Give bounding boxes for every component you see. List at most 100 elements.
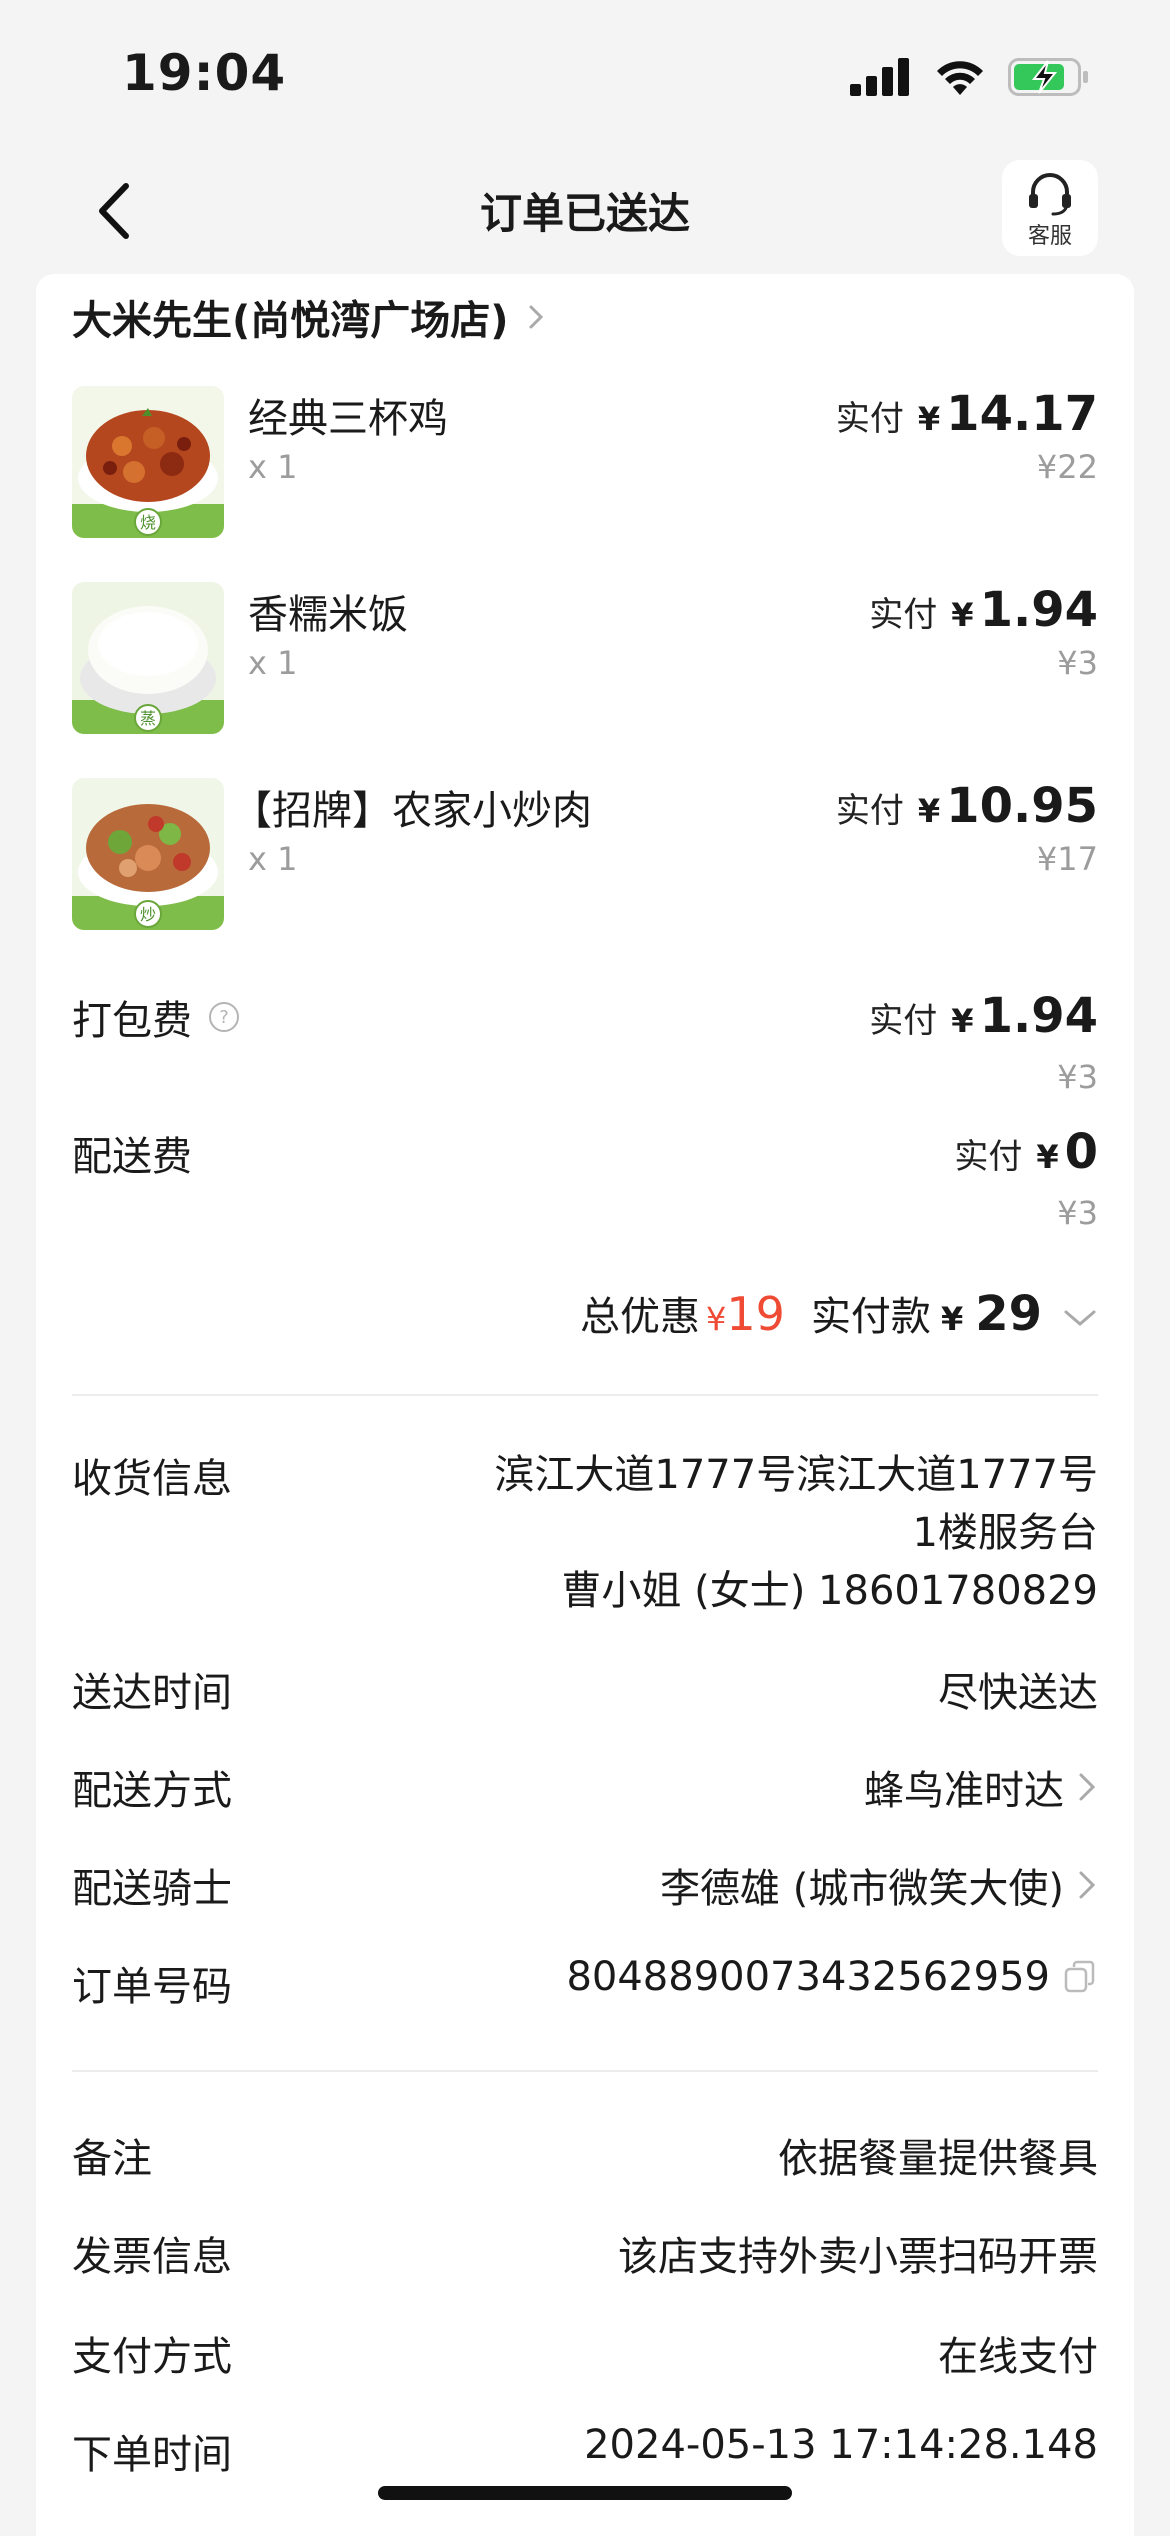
paid-amount: 1.94 bbox=[979, 582, 1098, 638]
payment-method-label: 支付方式 bbox=[72, 2334, 232, 2380]
order-number-row: 订单号码 8048890073432562959 bbox=[72, 1954, 1098, 2014]
customer-service-label: 客服 bbox=[1027, 224, 1072, 249]
packaging-fee-row: 打包费 ? 实付 ¥ 1.94 ¥3 bbox=[72, 988, 1098, 1108]
paid-amount: 14.17 bbox=[946, 386, 1098, 442]
item-qty: x 1 bbox=[248, 840, 298, 878]
price-summary[interactable]: 总优惠 ¥ 19 实付款 ¥ 29 bbox=[580, 1284, 1098, 1342]
chevron-down-icon[interactable] bbox=[1062, 1306, 1098, 1330]
address-line2: 1楼服务台 bbox=[912, 1510, 1098, 1556]
paid-total-label: 实付款 bbox=[810, 1294, 931, 1340]
original-price: ¥17 bbox=[1036, 840, 1098, 878]
rider-label: 配送骑士 bbox=[72, 1866, 232, 1912]
order-number-value: 8048890073432562959 bbox=[566, 1954, 1050, 2000]
divider bbox=[72, 1394, 1098, 1396]
chevron-right-icon bbox=[529, 305, 543, 329]
paid-amount: 0 bbox=[1064, 1124, 1098, 1180]
invoice-row: 发票信息 该店支持外卖小票扫码开票 bbox=[72, 2224, 1098, 2284]
item-qty: x 1 bbox=[248, 644, 298, 682]
dish-image-rice: 蒸 bbox=[72, 582, 224, 734]
wifi-icon bbox=[937, 61, 983, 95]
address-line1: 滨江大道1777号滨江大道1777号 bbox=[494, 1452, 1098, 1498]
order-time-row: 下单时间 2024-05-13 17:14:28.148 bbox=[72, 2422, 1098, 2482]
headset-icon bbox=[1029, 173, 1071, 216]
note-row: 备注 依据餐量提供餐具 bbox=[72, 2126, 1098, 2186]
address-row: 收货信息 滨江大道1777号滨江大道1777号 1楼服务台 曹小姐 (女士) 1… bbox=[72, 1446, 1098, 1626]
shop-name: 大米先生(尚悦湾广场店) bbox=[72, 298, 509, 344]
order-item[interactable]: 烧 经典三杯鸡 x 1 实付 ¥ 14.17 ¥22 bbox=[72, 386, 1098, 538]
discount-amount: 19 bbox=[726, 1287, 785, 1341]
delivery-time-row: 送达时间 尽快送达 bbox=[72, 1660, 1098, 1720]
paid-amount: 10.95 bbox=[946, 778, 1098, 834]
contact-info: 曹小姐 (女士) 18601780829 bbox=[561, 1568, 1098, 1614]
status-icons bbox=[850, 56, 1090, 98]
order-time-value: 2024-05-13 17:14:28.148 bbox=[584, 2422, 1098, 2468]
currency-symbol: ¥ bbox=[917, 792, 941, 830]
currency-symbol: ¥ bbox=[1036, 1138, 1059, 1176]
original-price: ¥3 bbox=[1057, 644, 1098, 682]
order-time-label: 下单时间 bbox=[72, 2432, 232, 2478]
dish-image-sanbeiji: 烧 bbox=[72, 386, 224, 538]
paid-total-amount: 29 bbox=[975, 1286, 1042, 1342]
divider bbox=[72, 2070, 1098, 2072]
delivery-method-row[interactable]: 配送方式 蜂鸟准时达 bbox=[72, 1758, 1098, 1818]
original-price: ¥3 bbox=[1057, 1194, 1098, 1232]
battery-charging-icon bbox=[1008, 58, 1088, 96]
original-price: ¥22 bbox=[1036, 448, 1098, 486]
svg-text:炒: 炒 bbox=[140, 905, 156, 924]
status-time: 19:04 bbox=[122, 44, 287, 102]
paid-total-currency: ¥ bbox=[940, 1300, 964, 1338]
discount-label: 总优惠 bbox=[580, 1294, 701, 1340]
delivery-fee-row: 配送费 实付 ¥ 0 ¥3 bbox=[72, 1124, 1098, 1244]
discount-currency: ¥ bbox=[706, 1300, 727, 1338]
dish-image-xiaochaorou: 炒 bbox=[72, 778, 224, 930]
item-price: 实付 ¥ 14.17 ¥22 bbox=[836, 386, 1098, 486]
packaging-fee-label: 打包费 bbox=[72, 998, 192, 1044]
home-indicator[interactable] bbox=[378, 2486, 792, 2500]
delivery-method-value: 蜂鸟准时达 bbox=[864, 1768, 1064, 1814]
order-number-label: 订单号码 bbox=[72, 1964, 232, 2010]
item-name: 香糯米饭 bbox=[248, 592, 408, 638]
delivery-time-label: 送达时间 bbox=[72, 1670, 232, 1716]
order-item[interactable]: 炒 【招牌】农家小炒肉 x 1 实付 ¥ 10.95 ¥17 bbox=[72, 778, 1098, 930]
copy-icon[interactable] bbox=[1062, 1959, 1098, 1995]
paid-label: 实付 bbox=[869, 1001, 938, 1041]
currency-symbol: ¥ bbox=[951, 596, 974, 634]
currency-symbol: ¥ bbox=[951, 1002, 974, 1040]
svg-text:蒸: 蒸 bbox=[140, 709, 156, 728]
paid-label: 实付 bbox=[835, 399, 904, 439]
chevron-right-icon bbox=[1079, 1871, 1096, 1899]
svg-text:?: ? bbox=[219, 1007, 229, 1028]
nav-bar: 订单已送达 客服 bbox=[0, 150, 1170, 270]
delivery-method-label: 配送方式 bbox=[72, 1768, 232, 1814]
order-card: 大米先生(尚悦湾广场店) 烧 经典三杯鸡 x 1 实付 ¥ 14.17 ¥22 … bbox=[36, 274, 1134, 2536]
item-qty: x 1 bbox=[248, 448, 298, 486]
cellular-signal-icon bbox=[850, 58, 909, 96]
customer-service-button[interactable]: 客服 bbox=[1002, 160, 1098, 256]
item-name: 经典三杯鸡 bbox=[248, 396, 448, 442]
chevron-right-icon bbox=[1079, 1773, 1096, 1801]
payment-method-row: 支付方式 在线支付 bbox=[72, 2324, 1098, 2384]
invoice-value: 该店支持外卖小票扫码开票 bbox=[618, 2234, 1098, 2280]
rider-row[interactable]: 配送骑士 李德雄 (城市微笑大使) bbox=[72, 1856, 1098, 1916]
note-value: 依据餐量提供餐具 bbox=[778, 2136, 1098, 2182]
delivery-time-value: 尽快送达 bbox=[938, 1670, 1098, 1716]
paid-label: 实付 bbox=[835, 791, 904, 831]
paid-label: 实付 bbox=[954, 1137, 1023, 1177]
order-item[interactable]: 蒸 香糯米饭 x 1 实付 ¥ 1.94 ¥3 bbox=[72, 582, 1098, 734]
address-label: 收货信息 bbox=[72, 1456, 232, 1502]
help-icon[interactable]: ? bbox=[208, 1001, 240, 1033]
item-name: 【招牌】农家小炒肉 bbox=[232, 788, 592, 834]
svg-text:烧: 烧 bbox=[140, 513, 156, 532]
status-bar: 19:04 bbox=[0, 0, 1170, 150]
original-price: ¥3 bbox=[1057, 1058, 1098, 1096]
rider-value: 李德雄 (城市微笑大使) bbox=[660, 1866, 1064, 1912]
currency-symbol: ¥ bbox=[917, 400, 941, 438]
note-label: 备注 bbox=[72, 2136, 152, 2182]
payment-method-value: 在线支付 bbox=[938, 2334, 1098, 2380]
shop-name-link[interactable]: 大米先生(尚悦湾广场店) bbox=[72, 288, 549, 346]
page-title: 订单已送达 bbox=[479, 189, 690, 238]
item-price: 实付 ¥ 1.94 ¥3 bbox=[869, 582, 1098, 682]
delivery-fee-label: 配送费 bbox=[72, 1134, 192, 1180]
address-value: 滨江大道1777号滨江大道1777号 1楼服务台 曹小姐 (女士) 186017… bbox=[494, 1446, 1098, 1620]
invoice-label: 发票信息 bbox=[72, 2234, 232, 2280]
